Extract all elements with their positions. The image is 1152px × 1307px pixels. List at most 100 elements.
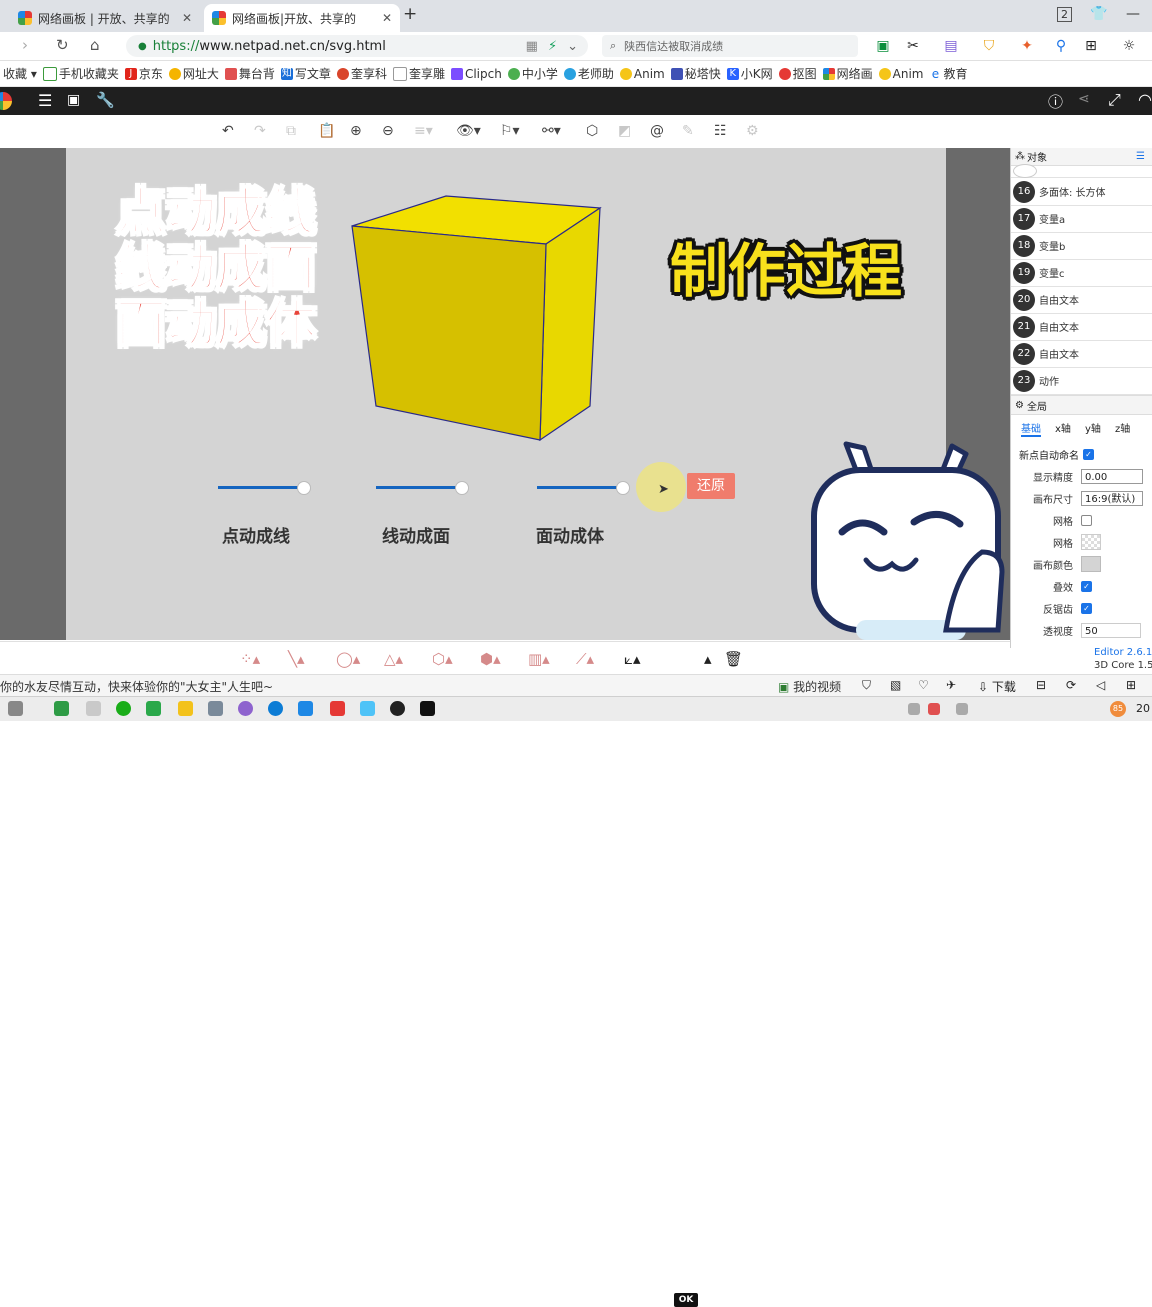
marquee-text[interactable]: 你的水友尽情互动，快来体验你的"大女主"人生吧~	[0, 678, 273, 695]
editor-version[interactable]: Editor 2.6.10	[1094, 647, 1152, 658]
canvas-size-select[interactable]: 16:9(默认)	[1081, 490, 1143, 506]
circle-tool-icon[interactable]: ◯▴	[336, 650, 360, 668]
browser-app-icon[interactable]	[146, 701, 161, 716]
folder-icon[interactable]	[178, 701, 193, 716]
my-video-button[interactable]: ▣ 我的视频	[778, 678, 841, 695]
image-icon[interactable]: ▧	[890, 678, 901, 692]
list-item[interactable]: 17 变量a	[1011, 205, 1152, 233]
list-item[interactable]: 21 自由文本	[1011, 313, 1152, 341]
tab-z-axis[interactable]: z轴	[1115, 420, 1130, 435]
overlay-checkbox[interactable]: ✓	[1081, 580, 1092, 592]
home-icon[interactable]: ⌂	[90, 36, 100, 54]
undo-icon[interactable]: ↶	[222, 123, 234, 139]
reset-button[interactable]: 还原	[687, 473, 735, 499]
slider-handle-1[interactable]	[297, 481, 311, 495]
reload-icon[interactable]: ↻	[56, 36, 69, 54]
bookmark-item[interactable]: 老师助	[561, 65, 617, 82]
sliders-icon[interactable]: ☷	[714, 123, 727, 139]
list-item[interactable]: 20 自由文本	[1011, 286, 1152, 314]
canvas-color-swatch[interactable]	[1081, 556, 1101, 572]
zoom-out-icon[interactable]: ⊖	[382, 123, 394, 139]
global-header[interactable]: ⚙ 全局	[1011, 395, 1152, 415]
flag-icon[interactable]: ⚐▾	[500, 123, 520, 139]
bookmark-item[interactable]: 抠图	[776, 65, 820, 82]
bookmark-item[interactable]: 手机收藏夹	[40, 65, 122, 82]
bookmark-item[interactable]: 秘塔快	[668, 65, 724, 82]
bookmark-item[interactable]: 网络画	[820, 65, 876, 82]
shield-icon[interactable]: ⛉	[980, 37, 998, 55]
crop-icon[interactable]: ◩	[618, 123, 631, 139]
capcut-icon[interactable]	[420, 701, 435, 716]
bookmark-item[interactable]: e 教育	[926, 65, 970, 82]
wrench-icon[interactable]: 🔧	[96, 91, 115, 109]
bookmark-item[interactable]: 知写文章	[278, 65, 334, 82]
shirt-icon[interactable]: 👕	[1090, 6, 1107, 22]
edit-icon[interactable]: ✎	[682, 123, 694, 139]
antialias-checkbox[interactable]: ✓	[1081, 602, 1092, 614]
axis-tool-icon[interactable]: ⟀▴	[624, 650, 641, 668]
url-input[interactable]: ● https:// www.netpad.net.cn/svg.html ▦ …	[126, 35, 588, 57]
slider-handle-2[interactable]	[455, 481, 469, 495]
app-icon[interactable]	[86, 701, 101, 716]
perspective-input[interactable]: 50	[1081, 622, 1141, 638]
bolt-icon[interactable]: ⚡	[548, 39, 557, 54]
app-icon[interactable]	[238, 701, 253, 716]
game-icon[interactable]: ✦	[1018, 37, 1036, 55]
transform-icon[interactable]: ⚯▾	[542, 123, 561, 139]
save-icon[interactable]: ▣	[67, 92, 80, 108]
app-icon[interactable]	[360, 701, 375, 716]
polygon-tool-icon[interactable]: △▴	[384, 650, 403, 668]
bookmark-item[interactable]: 中小学	[505, 65, 561, 82]
slider-handle-3[interactable]	[616, 481, 630, 495]
redo-icon[interactable]: ↷	[254, 123, 266, 139]
tab-y-axis[interactable]: y轴	[1085, 420, 1101, 435]
app-icon[interactable]	[54, 701, 69, 716]
trash-icon[interactable]: 🗑	[724, 650, 743, 668]
chevron-up-icon[interactable]: ▴	[704, 650, 712, 668]
eye-icon[interactable]: 👁▾	[456, 123, 481, 139]
qr-icon[interactable]: ▦	[526, 39, 538, 54]
menu-icon[interactable]: ☰	[38, 91, 52, 110]
line-tool-icon[interactable]: ╲▴	[288, 650, 305, 668]
app-icon[interactable]	[208, 701, 223, 716]
list-item-partial[interactable]	[1011, 164, 1152, 178]
magnifier-icon[interactable]: ⚲	[1052, 37, 1070, 55]
print-icon[interactable]: ⊟	[1036, 678, 1046, 692]
window-icon[interactable]	[8, 701, 23, 716]
precision-select[interactable]: 0.00	[1081, 468, 1143, 484]
bookmark-item[interactable]: 奎享雕	[390, 65, 448, 82]
wifi-icon[interactable]: ◠	[1138, 90, 1152, 109]
grid-icon[interactable]: ⊞	[1126, 678, 1136, 692]
gear-icon[interactable]: ⚙	[746, 123, 759, 139]
tab-count-badge[interactable]: 2	[1057, 7, 1072, 22]
browser-tab-2[interactable]: 网络画板|开放、共享的 ✕	[204, 4, 400, 32]
download-button[interactable]: ⇩ 下载	[978, 678, 1016, 695]
list-item[interactable]: 18 变量b	[1011, 232, 1152, 260]
list-icon[interactable]: ☰	[1136, 151, 1145, 162]
slider-track-1[interactable]	[218, 486, 304, 489]
notification-badge[interactable]: 85	[1110, 701, 1126, 717]
bookmark-item[interactable]: 舞台背	[222, 65, 278, 82]
grid-pattern-swatch[interactable]	[1081, 534, 1101, 550]
bookmark-item[interactable]: Anim	[617, 67, 668, 81]
bookmark-item[interactable]: Clipch	[448, 67, 505, 81]
list-item[interactable]: 22 自由文本	[1011, 340, 1152, 368]
list-item[interactable]: 16 多面体: 长方体	[1011, 178, 1152, 206]
translate-icon[interactable]: ▤	[942, 37, 960, 55]
wps-icon[interactable]	[330, 701, 345, 716]
sound-icon[interactable]: ◁	[1096, 678, 1105, 692]
refresh-icon[interactable]: ⟳	[1066, 678, 1076, 692]
brightness-icon[interactable]: ☼	[1120, 37, 1138, 55]
ok-button[interactable]: OK	[674, 1293, 698, 1307]
segment-tool-icon[interactable]: ⟋▴	[576, 650, 594, 668]
minimize-icon[interactable]: —	[1126, 6, 1140, 22]
bookmark-item[interactable]: 奎享科	[334, 65, 390, 82]
bookmark-item[interactable]: Anim	[876, 67, 927, 81]
list-item[interactable]: 19 变量c	[1011, 259, 1152, 287]
cube-tool-icon[interactable]: ⬡▴	[432, 650, 453, 668]
close-icon[interactable]: ✕	[176, 11, 192, 25]
objects-header[interactable]: ⁂ 对象 ☰	[1011, 148, 1152, 166]
wechat-icon[interactable]: ▣	[874, 37, 892, 55]
at-icon[interactable]: @	[650, 123, 664, 139]
prism-tool-icon[interactable]: ⬢▴	[480, 650, 501, 668]
